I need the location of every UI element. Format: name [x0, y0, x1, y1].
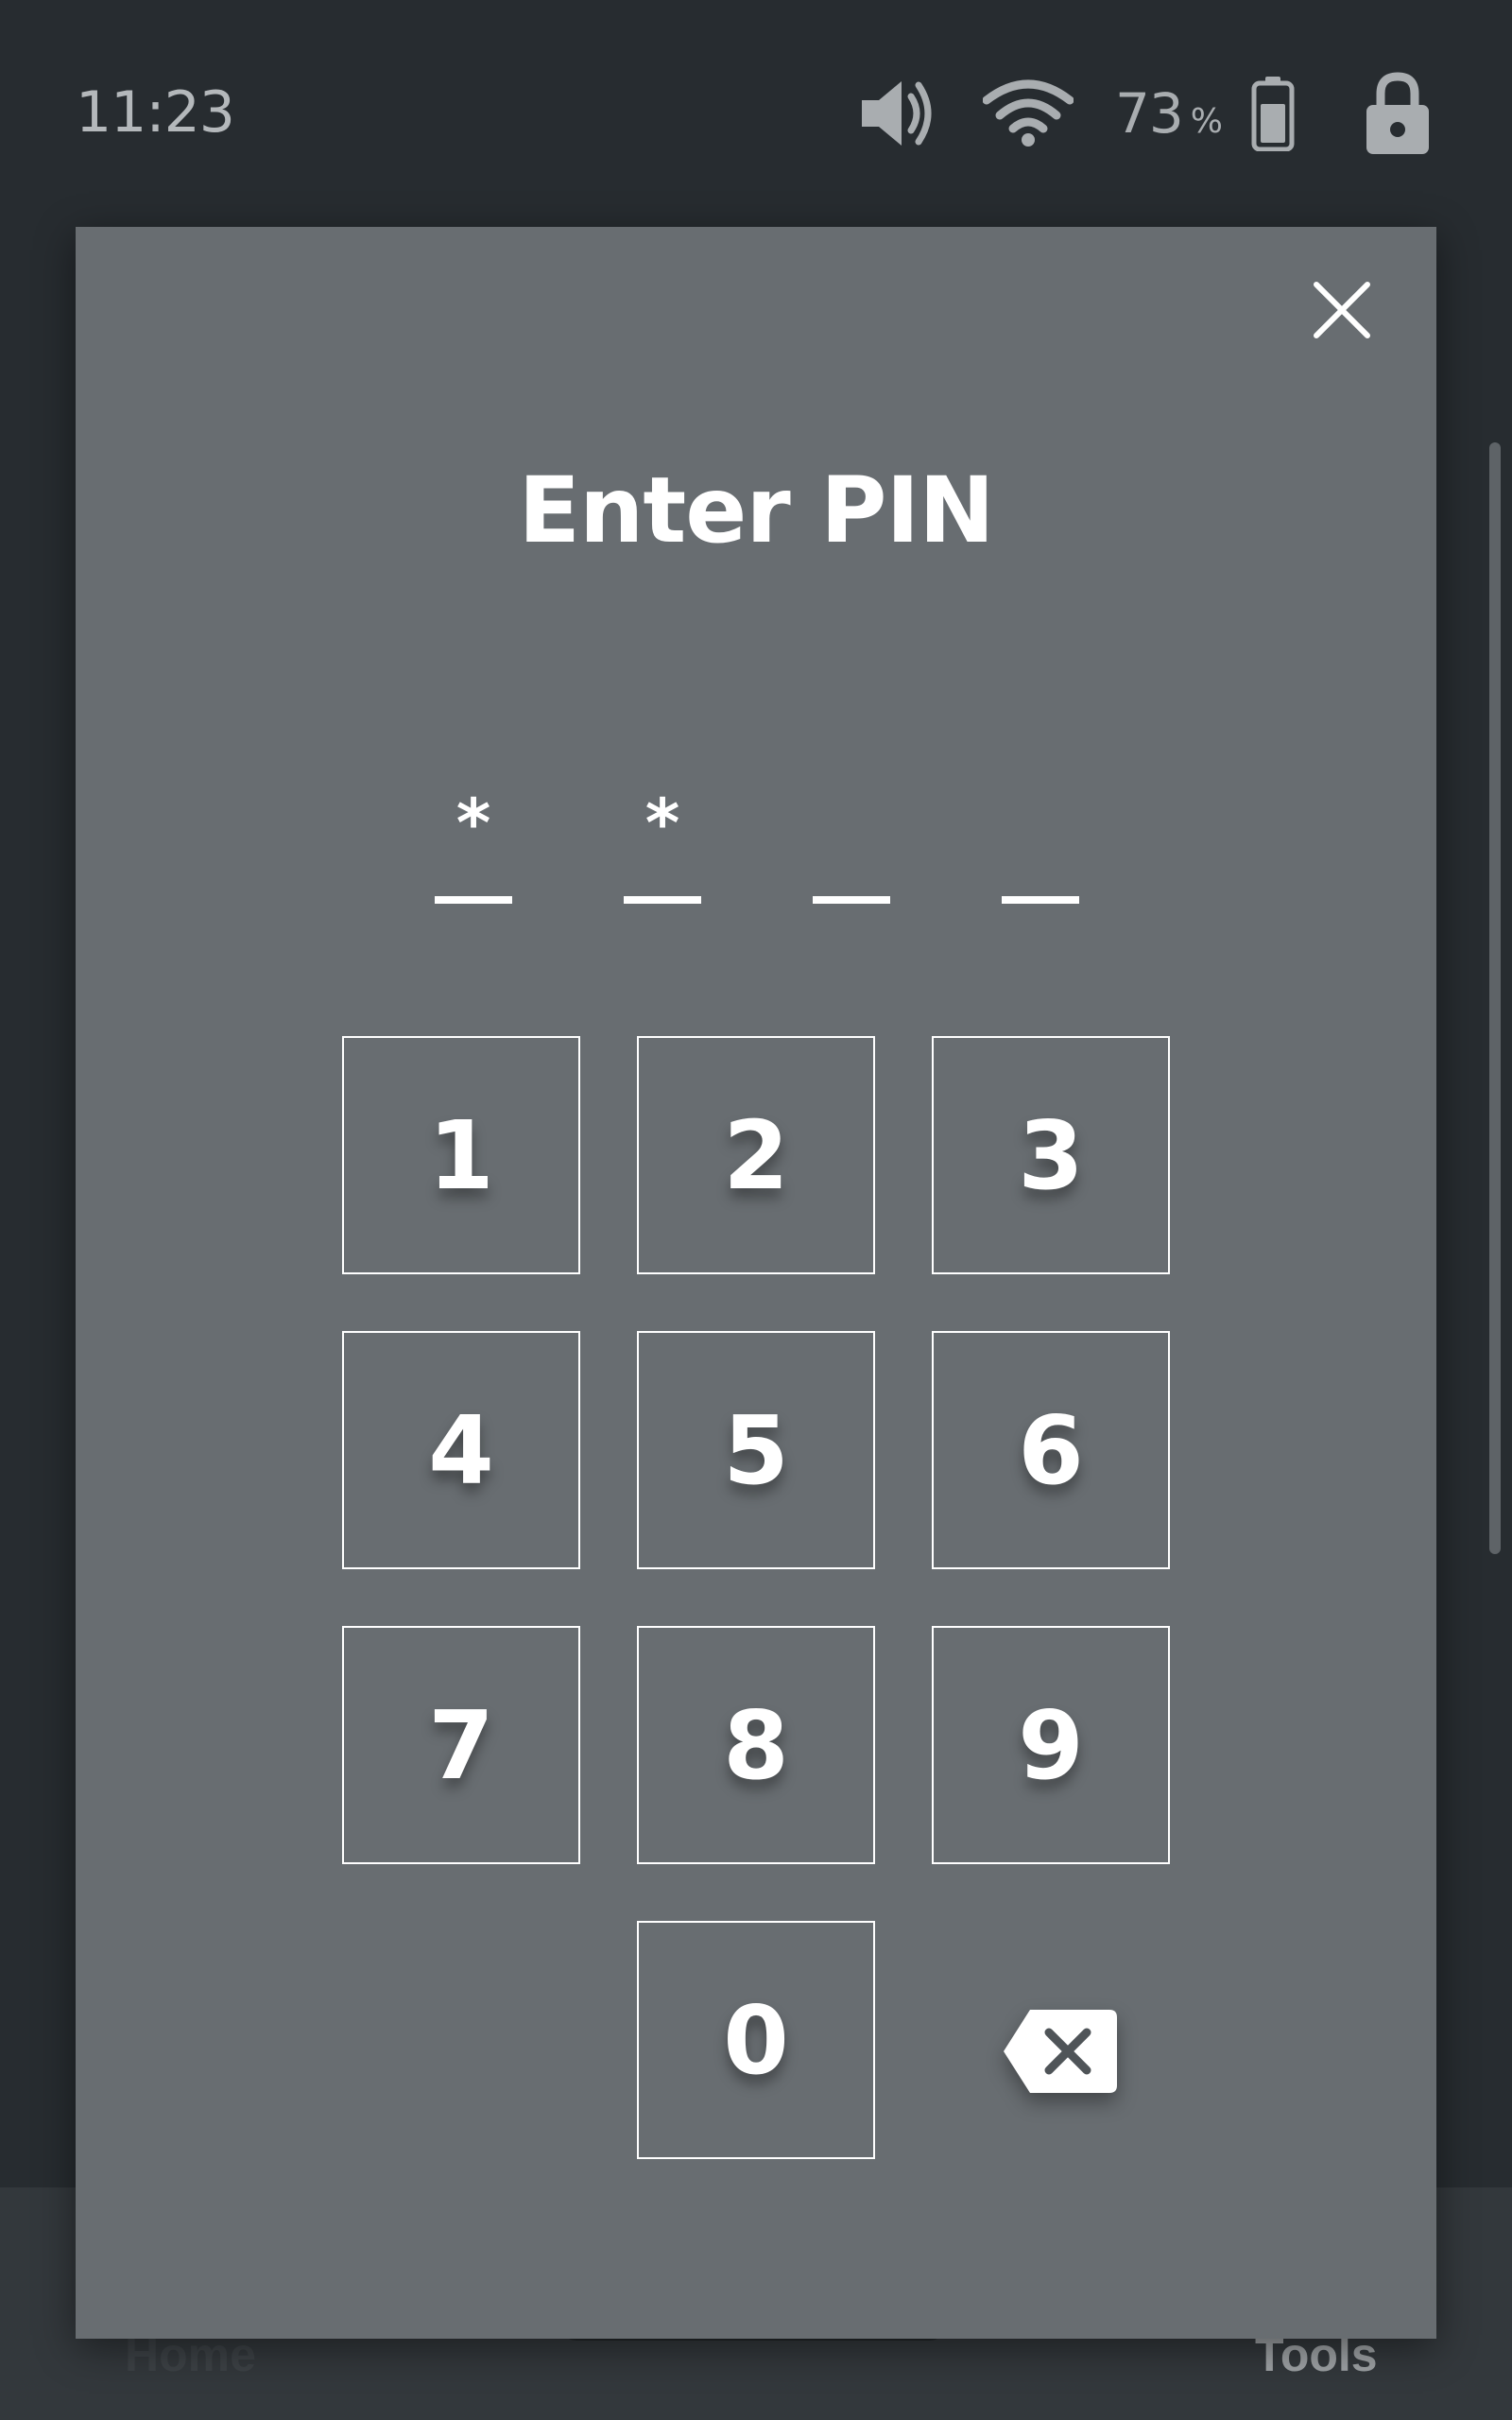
pin-underline	[435, 896, 512, 904]
key-5[interactable]: 5	[637, 1331, 875, 1569]
key-7[interactable]: 7	[342, 1626, 580, 1864]
pin-underline	[624, 896, 701, 904]
close-button[interactable]	[1306, 276, 1378, 348]
pin-char: *	[455, 785, 491, 862]
key-label: 8	[723, 1689, 789, 1801]
dialog-title: Enter PIN	[518, 458, 994, 563]
key-label: 9	[1018, 1689, 1084, 1801]
status-time: 11:23	[76, 79, 235, 146]
key-label: 2	[723, 1099, 789, 1211]
key-8[interactable]: 8	[637, 1626, 875, 1864]
battery-percentage: 73 %	[1115, 81, 1223, 146]
key-label: 6	[1018, 1394, 1084, 1506]
battery-unit: %	[1190, 102, 1223, 141]
wifi-icon	[982, 79, 1074, 147]
key-label: 0	[723, 1984, 789, 2096]
pin-slot-4	[1002, 785, 1079, 926]
key-label: 7	[428, 1689, 494, 1801]
status-bar: 11:23 73 %	[0, 0, 1512, 227]
lock-icon	[1365, 71, 1431, 156]
status-icons: 73 %	[858, 66, 1431, 161]
battery-level: 73	[1114, 81, 1184, 146]
key-1[interactable]: 1	[342, 1036, 580, 1274]
key-4[interactable]: 4	[342, 1331, 580, 1569]
pin-slot-3	[813, 785, 890, 926]
volume-icon	[858, 78, 936, 149]
pin-dialog: Enter PIN * * 1 2 3 4 5 6 7 8 9 0	[76, 227, 1436, 2339]
pin-slot-1: *	[435, 785, 512, 926]
battery-icon	[1251, 76, 1295, 151]
key-label: 3	[1018, 1099, 1084, 1211]
key-label: 1	[428, 1099, 494, 1211]
pin-underline	[813, 896, 890, 904]
key-2[interactable]: 2	[637, 1036, 875, 1274]
background-scrollbar	[1489, 442, 1501, 1554]
key-label: 4	[428, 1394, 494, 1506]
screen: 11:23 73 % Home Tools Enter PIN * * 1 2 …	[0, 0, 1512, 2420]
pin-slot-2: *	[624, 785, 701, 926]
backspace-button[interactable]	[985, 1987, 1136, 2119]
close-icon	[1313, 281, 1371, 343]
key-0[interactable]: 0	[637, 1921, 875, 2159]
key-6[interactable]: 6	[932, 1331, 1170, 1569]
pin-underline	[1002, 896, 1079, 904]
key-label: 5	[723, 1394, 789, 1506]
pin-char: *	[644, 785, 680, 862]
backspace-icon	[1002, 2008, 1119, 2099]
key-3[interactable]: 3	[932, 1036, 1170, 1274]
key-9[interactable]: 9	[932, 1626, 1170, 1864]
